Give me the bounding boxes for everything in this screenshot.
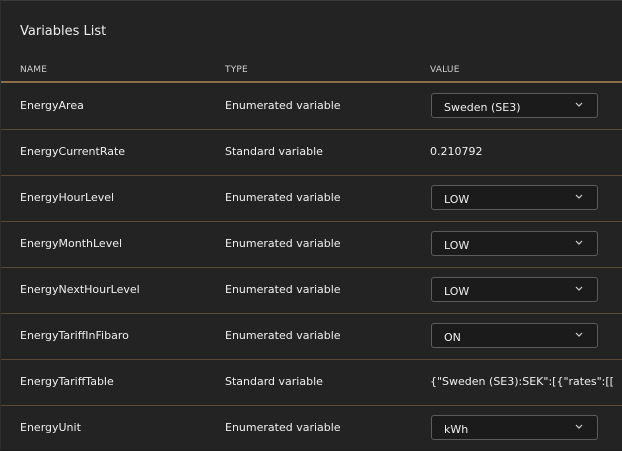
value-select[interactable]: LOW [431,231,598,256]
chevron-down-icon [575,240,583,245]
table-header: NAME TYPE VALUE [1,59,622,83]
variable-type: Enumerated variable [225,283,341,296]
column-header-value: VALUE [430,65,460,75]
variable-name: EnergyArea [20,99,84,112]
table-row: EnergyMonthLevel Enumerated variable LOW [1,221,622,268]
variable-value[interactable]: {"Sweden (SE3):SEK":[{"rates":[[... [430,375,615,388]
value-select[interactable]: kWh [431,415,598,440]
chevron-down-icon [575,332,583,337]
variable-name: EnergyTariffTable [20,375,114,388]
table-row: EnergyUnit Enumerated variable kWh [1,405,622,451]
column-header-type: TYPE [225,65,248,75]
variable-name: EnergyTariffInFibaro [20,329,129,342]
chevron-down-icon [575,194,583,199]
chevron-down-icon [575,424,583,429]
chevron-down-icon [575,286,583,291]
select-value: LOW [444,285,470,298]
value-select[interactable]: Sweden (SE3) [431,93,598,118]
value-select[interactable]: LOW [431,277,598,302]
table-row: EnergyHourLevel Enumerated variable LOW [1,175,622,222]
variable-type: Standard variable [225,375,323,388]
variable-name: EnergyCurrentRate [20,145,126,158]
select-value: LOW [444,193,470,206]
table-row: EnergyArea Enumerated variable Sweden (S… [1,83,622,130]
variable-type: Enumerated variable [225,99,341,112]
variable-value[interactable]: 0.210792 [430,145,483,158]
table-row: EnergyCurrentRate Standard variable 0.21… [1,129,622,176]
variable-type: Enumerated variable [225,237,341,250]
select-value: ON [444,331,461,344]
value-select[interactable]: LOW [431,185,598,210]
select-value: LOW [444,239,470,252]
variable-type: Enumerated variable [225,421,341,434]
table-row: EnergyNextHourLevel Enumerated variable … [1,267,622,314]
panel-title: Variables List [20,24,107,39]
variable-name: EnergyMonthLevel [20,237,123,250]
column-header-name: NAME [20,65,48,75]
variable-type: Enumerated variable [225,329,341,342]
select-value: kWh [444,423,469,436]
value-select[interactable]: ON [431,323,598,348]
variable-type: Standard variable [225,145,323,158]
variable-name: EnergyHourLevel [20,191,115,204]
variables-panel: Variables List NAME TYPE VALUE EnergyAre… [0,0,622,450]
select-value: Sweden (SE3) [444,101,521,114]
variable-name: EnergyUnit [20,421,81,434]
variable-type: Enumerated variable [225,191,341,204]
table-row: EnergyTariffTable Standard variable {"Sw… [1,359,622,406]
table-row: EnergyTariffInFibaro Enumerated variable… [1,313,622,360]
chevron-down-icon [575,102,583,107]
variable-name: EnergyNextHourLevel [20,283,140,296]
